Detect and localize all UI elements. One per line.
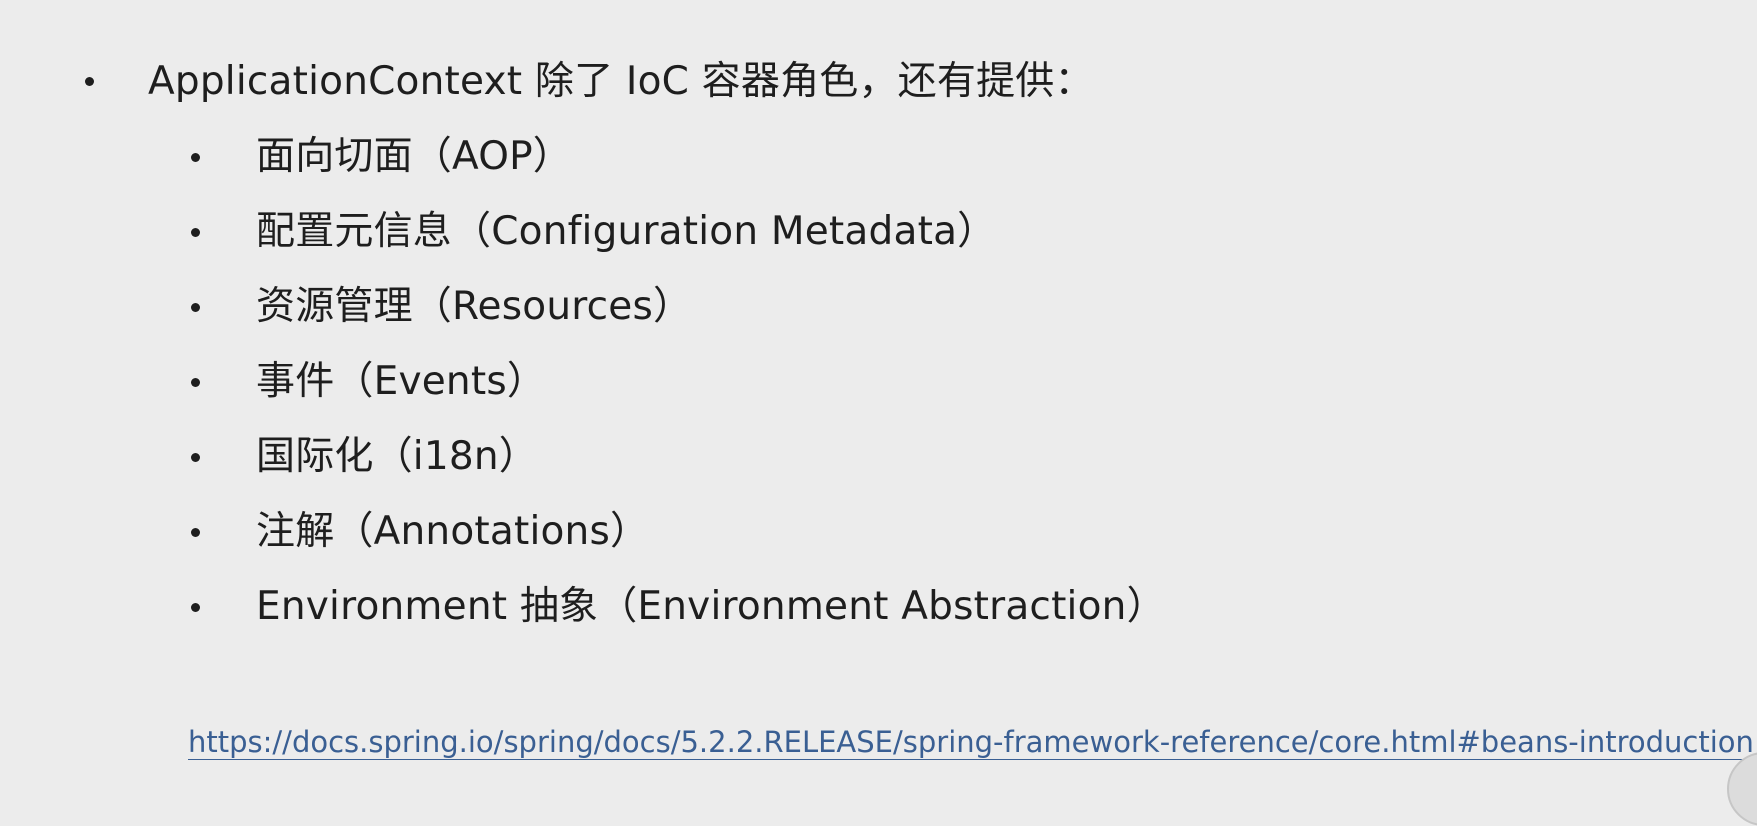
sub-bullet-text: 注解（Annotations）	[256, 509, 650, 554]
sub-bullet-dot	[191, 378, 200, 387]
sub-bullet-text: 事件（Events）	[256, 359, 547, 404]
slide: ApplicationContext 除了 IoC 容器角色，还有提供： 面向切…	[0, 0, 1757, 826]
sub-bullet-dot	[191, 528, 200, 537]
sub-bullet-text: 资源管理（Resources）	[256, 284, 693, 329]
main-bullet-text: ApplicationContext 除了 IoC 容器角色，还有提供：	[148, 59, 1094, 104]
sub-bullet-dot	[191, 153, 200, 162]
sub-bullet-dot	[191, 303, 200, 312]
sub-bullet-dot	[191, 453, 200, 462]
corner-control-icon[interactable]	[1727, 752, 1757, 826]
sub-bullet-text: 配置元信息（Configuration Metadata）	[256, 209, 997, 254]
sub-bullet-text: 面向切面（AOP）	[256, 134, 573, 179]
sub-bullet-dot	[191, 228, 200, 237]
sub-bullet-text: Environment 抽象（Environment Abstraction）	[256, 584, 1166, 629]
main-bullet-dot	[85, 77, 94, 86]
sub-bullet-text: 国际化（i18n）	[256, 434, 538, 479]
reference-link[interactable]: https://docs.spring.io/spring/docs/5.2.2…	[188, 724, 1754, 760]
sub-bullet-dot	[191, 603, 200, 612]
